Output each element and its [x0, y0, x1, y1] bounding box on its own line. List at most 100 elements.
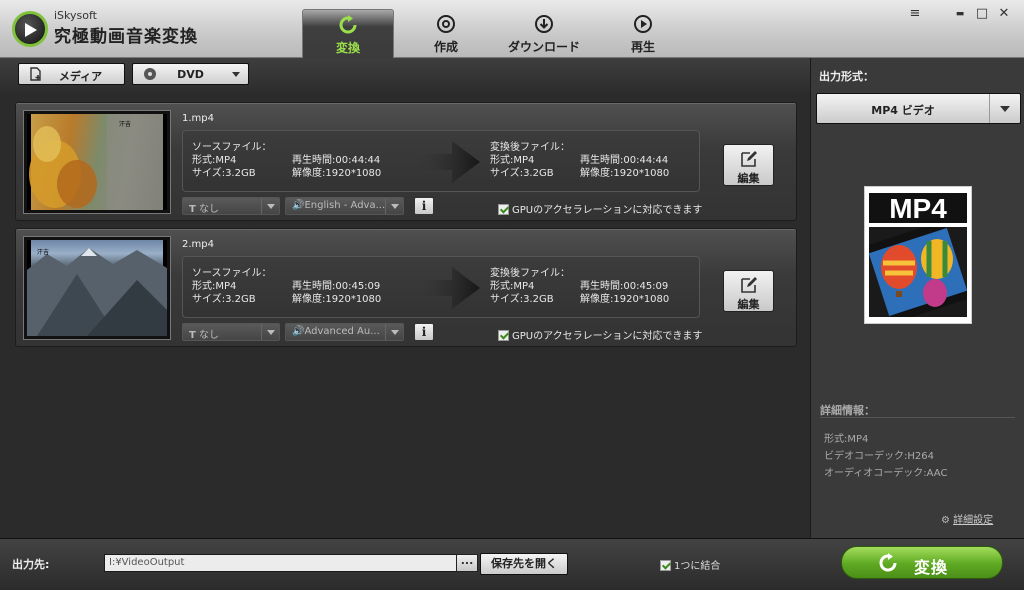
- dvd-dropdown[interactable]: DVD: [132, 63, 249, 85]
- svg-text:汗吉: 汗吉: [37, 248, 49, 256]
- gear-icon: ⚙: [941, 515, 950, 526]
- convert-label: 変換: [914, 558, 949, 577]
- tab-convert-label: 変換: [335, 41, 360, 55]
- audio-track-value: English - Adva...: [304, 200, 386, 211]
- autumn-tree-image: 汗吉: [29, 114, 163, 210]
- edit-label: 編集: [737, 298, 760, 311]
- video-thumbnail[interactable]: 汗吉: [23, 236, 171, 340]
- tab-create-label: 作成: [433, 40, 458, 54]
- detail-format: 形式:MP4: [824, 434, 869, 445]
- edit-button[interactable]: 編集: [723, 144, 774, 186]
- add-media-button[interactable]: メディア: [18, 63, 125, 85]
- subtitle-value: なし: [199, 330, 220, 341]
- subtitle-value: なし: [199, 204, 220, 215]
- tab-play-label: 再生: [630, 40, 655, 54]
- output-format-value: MP4 ビデオ: [871, 104, 935, 117]
- tab-download-label: ダウンロード: [507, 40, 580, 54]
- advanced-settings-link[interactable]: ⚙ 詳細設定: [941, 511, 993, 526]
- output-format-panel: 出力形式： MP4 ビデオ MP4 詳細情報： 形式:MP4 ビデオコーデック:…: [810, 58, 1024, 538]
- checkbox-icon: [498, 204, 509, 215]
- bottom-bar: 出力先: I:¥VideoOutput ... 保存先を開く 1つに結合 変換: [0, 538, 1024, 590]
- file-info-box: ソースファイル： 形式:MP4 再生時間:00:44:44 サイズ:3.2GB …: [182, 130, 700, 192]
- file-list: 汗吉 1.mp4 ソースファイル： 形式:MP4 再生時間:00:44:44 サ…: [0, 92, 810, 538]
- chevron-down-icon: [391, 330, 399, 335]
- audio-track-select[interactable]: 🔊English - Adva...: [285, 197, 404, 215]
- brand-small: iSkysoft: [54, 9, 97, 22]
- tab-play[interactable]: 再生: [597, 9, 689, 58]
- video-thumbnail[interactable]: 汗吉: [23, 110, 171, 214]
- chevron-down-icon: [267, 204, 275, 209]
- subtitle-select[interactable]: T なし: [182, 197, 280, 215]
- checkbox-icon: [498, 330, 509, 341]
- disc-icon: [437, 15, 455, 33]
- refresh-icon: [339, 15, 357, 34]
- brand: iSkysoft 究極動画音楽変換: [54, 9, 198, 47]
- audio-track-value: Advanced Au...: [304, 326, 380, 337]
- file-name: 1.mp4: [182, 113, 214, 124]
- detail-video-codec: ビデオコーデック:H264: [824, 451, 934, 462]
- speaker-icon: 🔊: [292, 200, 305, 211]
- edit-button[interactable]: 編集: [723, 270, 774, 312]
- edit-icon: [740, 151, 757, 167]
- checkbox-icon: [660, 560, 671, 571]
- subtitle-icon: T: [189, 204, 196, 215]
- source-size: サイズ:3.2GB: [192, 294, 256, 305]
- maximize-button[interactable]: □: [972, 6, 992, 21]
- list-item[interactable]: 汗吉 1.mp4 ソースファイル： 形式:MP4 再生時間:00:44:44 サ…: [15, 102, 797, 221]
- tab-download[interactable]: ダウンロード: [498, 9, 590, 58]
- download-icon: [535, 15, 553, 33]
- chevron-down-icon: [391, 204, 399, 209]
- details-header: 詳細情報：: [820, 404, 875, 417]
- edit-label: 編集: [737, 172, 760, 185]
- source-size: サイズ:3.2GB: [192, 168, 256, 179]
- gpu-acceleration-checkbox[interactable]: GPUのアクセラレーションに対応できます: [498, 201, 702, 216]
- merge-label: 1つに結合: [674, 561, 721, 572]
- target-resolution: 解像度:1920*1080: [580, 168, 670, 179]
- source-resolution: 解像度:1920*1080: [292, 168, 382, 179]
- gpu-label: GPUのアクセラレーションに対応できます: [512, 205, 703, 216]
- browse-button[interactable]: ...: [456, 554, 478, 572]
- mp4-icon-text: MP4: [869, 193, 967, 224]
- open-folder-button[interactable]: 保存先を開く: [480, 553, 568, 575]
- subtitle-icon: T: [189, 330, 196, 341]
- play-icon: [634, 15, 652, 33]
- file-info-box: ソースファイル： 形式:MP4 再生時間:00:45:09 サイズ:3.2GB …: [182, 256, 700, 318]
- detail-audio-codec: オーディオコーデック:AAC: [824, 468, 948, 479]
- info-button[interactable]: i: [414, 197, 434, 215]
- app-logo-icon: [12, 11, 48, 47]
- arrow-right-icon: [418, 141, 480, 183]
- source-resolution: 解像度:1920*1080: [292, 294, 382, 305]
- tab-convert[interactable]: 変換: [302, 9, 394, 58]
- edit-icon: [740, 277, 757, 293]
- mp4-format-icon: MP4: [864, 186, 972, 324]
- gpu-acceleration-checkbox[interactable]: GPUのアクセラレーションに対応できます: [498, 327, 702, 342]
- title-bar: iSkysoft 究極動画音楽変換 変換 作成 ダウンロード 再生 ≡ ▬ □ …: [0, 0, 1024, 58]
- target-size: サイズ:3.2GB: [490, 294, 554, 305]
- menu-button[interactable]: ≡: [905, 6, 925, 21]
- info-button[interactable]: i: [414, 323, 434, 341]
- merge-checkbox[interactable]: 1つに結合: [660, 557, 720, 572]
- film-balloon-icon: [869, 227, 967, 317]
- target-size: サイズ:3.2GB: [490, 168, 554, 179]
- svg-text:汗吉: 汗吉: [119, 120, 131, 128]
- minimize-button[interactable]: ▬: [950, 9, 970, 19]
- speaker-icon: 🔊: [292, 326, 305, 337]
- advanced-settings-label: 詳細設定: [953, 515, 994, 526]
- gpu-label: GPUのアクセラレーションに対応できます: [512, 331, 703, 342]
- divider: [820, 417, 1015, 418]
- chevron-down-icon: [1000, 106, 1010, 112]
- output-path-field[interactable]: I:¥VideoOutput: [104, 554, 478, 572]
- audio-track-select[interactable]: 🔊Advanced Au...: [285, 323, 404, 341]
- close-button[interactable]: ✕: [994, 6, 1014, 21]
- chevron-down-icon: [232, 72, 240, 77]
- mountain-image: 汗吉: [27, 248, 167, 336]
- target-resolution: 解像度:1920*1080: [580, 294, 670, 305]
- tab-create[interactable]: 作成: [400, 9, 492, 58]
- refresh-icon: [879, 553, 897, 572]
- brand-title: 究極動画音楽変換: [54, 27, 198, 47]
- output-format-select[interactable]: MP4 ビデオ: [816, 93, 1021, 124]
- subtitle-select[interactable]: T なし: [182, 323, 280, 341]
- convert-button[interactable]: 変換: [841, 546, 1003, 579]
- list-item[interactable]: 汗吉 2.mp4 ソースファイル： 形式:MP4 再生時間:00:45:09 サ…: [15, 228, 797, 347]
- output-format-title: 出力形式：: [819, 70, 874, 83]
